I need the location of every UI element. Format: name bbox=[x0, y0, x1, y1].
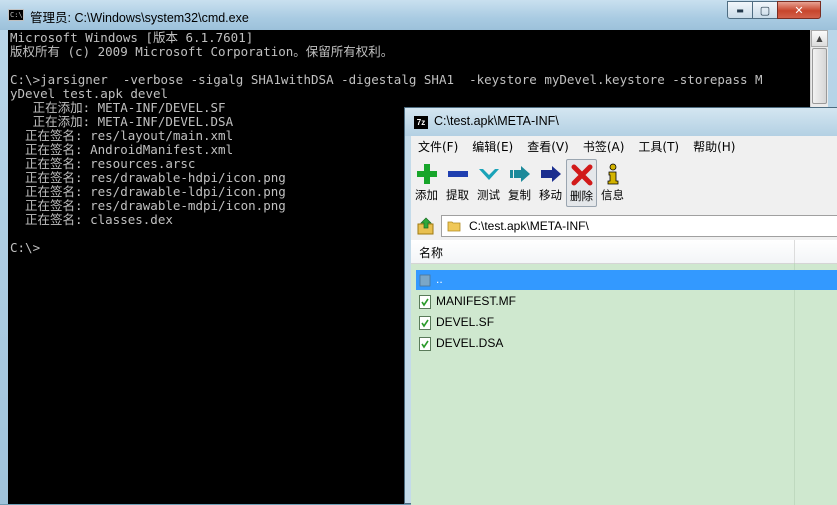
folder-up-button[interactable] bbox=[415, 216, 437, 236]
console-line: 正在签名: resources.arsc bbox=[10, 156, 196, 171]
7zip-window-title: C:\test.apk\META-INF\ bbox=[434, 114, 559, 128]
menu-file[interactable]: 文件(F) bbox=[411, 138, 465, 155]
path-text: C:\test.apk\META-INF\ bbox=[469, 219, 589, 233]
scroll-up-icon[interactable]: ▲ bbox=[811, 30, 828, 47]
move-button[interactable]: 移动 bbox=[535, 159, 566, 207]
file-name: MANIFEST.MF bbox=[436, 294, 516, 308]
menu-bar: 文件(F) 编辑(E) 查看(V) 书签(A) 工具(T) 帮助(H) bbox=[411, 136, 837, 158]
cmd-app-icon[interactable]: C:\ bbox=[8, 9, 24, 21]
scrollbar-thumb[interactable] bbox=[812, 48, 827, 104]
maximize-icon: ▢ bbox=[759, 3, 771, 17]
move-icon bbox=[539, 162, 563, 186]
file-name: DEVEL.DSA bbox=[436, 336, 504, 350]
console-line: 正在签名: res/drawable-hdpi/icon.png bbox=[10, 170, 286, 185]
console-line: Microsoft Windows [版本 6.1.7601] bbox=[10, 30, 254, 45]
delete-button[interactable]: 删除 bbox=[566, 159, 597, 207]
address-bar: C:\test.apk\META-INF\ bbox=[411, 213, 837, 240]
test-button[interactable]: 测试 bbox=[473, 159, 504, 207]
console-line: 正在签名: res/drawable-mdpi/icon.png bbox=[10, 198, 286, 213]
7zip-window: 7z C:\test.apk\META-INF\ 文件(F) 编辑(E) 查看(… bbox=[404, 107, 837, 505]
folder-up-icon bbox=[417, 217, 434, 235]
copy-icon bbox=[508, 162, 532, 186]
console-line: 正在签名: AndroidManifest.xml bbox=[10, 142, 234, 157]
minimize-button[interactable]: ▬ bbox=[727, 1, 753, 19]
menu-view[interactable]: 查看(V) bbox=[520, 138, 576, 155]
list-item[interactable]: MANIFEST.MF bbox=[416, 292, 837, 312]
menu-edit[interactable]: 编辑(E) bbox=[465, 138, 520, 155]
console-line: 正在签名: res/drawable-ldpi/icon.png bbox=[10, 184, 286, 199]
cmd-window-title: 管理员: C:\Windows\system32\cmd.exe bbox=[30, 11, 249, 25]
file-icon bbox=[419, 337, 431, 351]
add-button[interactable]: 添加 bbox=[411, 159, 442, 207]
console-line: 正在添加: META-INF/DEVEL.DSA bbox=[10, 114, 234, 129]
close-icon: ✕ bbox=[794, 3, 804, 17]
cmd-titlebar[interactable]: C:\ 管理员: C:\Windows\system32\cmd.exe ▬ ▢… bbox=[0, 0, 837, 30]
column-divider[interactable] bbox=[794, 240, 795, 263]
info-label: 信息 bbox=[601, 188, 624, 202]
menu-help[interactable]: 帮助(H) bbox=[686, 138, 742, 155]
extract-icon bbox=[446, 162, 470, 186]
file-name: .. bbox=[436, 272, 443, 286]
delete-icon bbox=[570, 163, 594, 187]
list-item[interactable]: DEVEL.DSA bbox=[416, 334, 837, 354]
console-line: 版权所有 (c) 2009 Microsoft Corporation。保留所有… bbox=[10, 44, 394, 59]
add-icon bbox=[415, 162, 439, 186]
test-label: 测试 bbox=[477, 188, 500, 202]
extract-button[interactable]: 提取 bbox=[442, 159, 473, 207]
info-icon bbox=[601, 162, 625, 186]
minimize-icon: ▬ bbox=[736, 5, 744, 15]
console-line: 正在签名: res/layout/main.xml bbox=[10, 128, 234, 143]
copy-label: 复制 bbox=[508, 188, 531, 202]
toolbar: 添加 提取 测试 复制 移动 删除 信息 bbox=[411, 157, 837, 213]
maximize-button[interactable]: ▢ bbox=[752, 1, 778, 19]
menu-bookmarks[interactable]: 书签(A) bbox=[576, 138, 632, 155]
console-prompt: C:\> bbox=[10, 240, 41, 255]
console-line: C:\>jarsigner -verbose -sigalg SHA1withD… bbox=[10, 72, 763, 87]
column-header-name[interactable]: 名称 bbox=[419, 244, 443, 261]
extract-label: 提取 bbox=[446, 188, 469, 202]
file-icon bbox=[419, 295, 431, 309]
console-line: 正在添加: META-INF/DEVEL.SF bbox=[10, 100, 226, 115]
delete-label: 删除 bbox=[570, 189, 593, 203]
close-button[interactable]: ✕ bbox=[777, 1, 821, 19]
path-input[interactable]: C:\test.apk\META-INF\ bbox=[441, 215, 837, 237]
7zip-titlebar[interactable]: 7z C:\test.apk\META-INF\ bbox=[405, 108, 837, 136]
add-label: 添加 bbox=[415, 188, 438, 202]
copy-button[interactable]: 复制 bbox=[504, 159, 535, 207]
info-button[interactable]: 信息 bbox=[597, 159, 628, 207]
list-item-parent[interactable]: .. bbox=[416, 270, 837, 290]
file-name: DEVEL.SF bbox=[436, 315, 495, 329]
console-line: yDevel test.apk devel bbox=[10, 86, 169, 101]
menu-tools[interactable]: 工具(T) bbox=[631, 138, 686, 155]
7zip-app-icon[interactable]: 7z bbox=[414, 116, 428, 129]
folder-icon bbox=[447, 221, 461, 232]
list-item[interactable]: DEVEL.SF bbox=[416, 313, 837, 333]
test-icon bbox=[477, 162, 501, 186]
list-header: 名称 bbox=[411, 240, 837, 264]
file-icon bbox=[419, 316, 431, 330]
file-list[interactable]: 名称 .. MANIFEST.MF DEVEL.SF DEVEL.DSA bbox=[411, 240, 837, 505]
parent-folder-icon bbox=[419, 274, 431, 287]
console-line: 正在签名: classes.dex bbox=[10, 212, 173, 227]
move-label: 移动 bbox=[539, 188, 562, 202]
